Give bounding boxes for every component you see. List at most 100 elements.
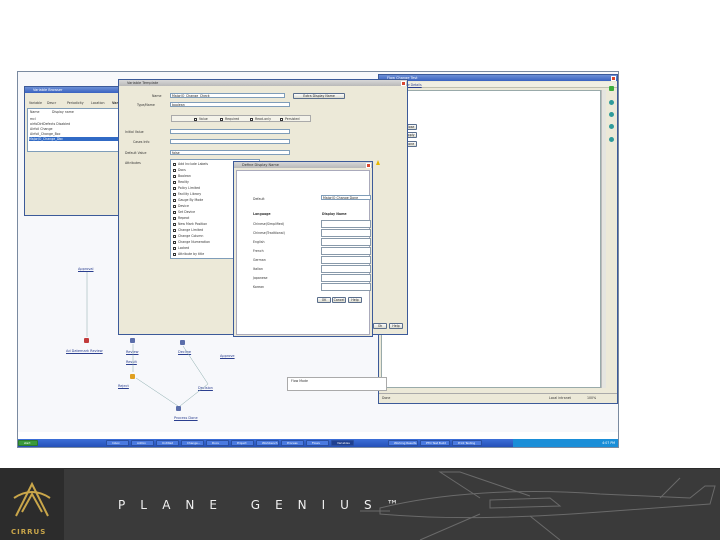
checkbox-icon [173,228,176,232]
attribute-item[interactable]: Change Limited [173,228,203,232]
close-icon[interactable] [401,80,406,86]
checkbox-icon [173,222,176,226]
attribute-item[interactable]: Policy Limited [173,186,200,190]
footer-top-divider [0,468,720,469]
name-label: Name [152,94,162,98]
display-name-cell[interactable] [321,283,371,291]
radio-read-only[interactable]: Read-only [250,117,271,121]
taskbar-item[interactable]: Workbench [256,440,279,446]
checkbox-icon [173,198,176,202]
variable-template-titlebar: Variable Template [119,80,407,86]
attribute-label: New Mark Position [178,222,208,226]
checkbox-icon [173,168,176,172]
dialog-ok-button[interactable]: OK [317,297,331,303]
display-name-cell[interactable] [321,229,371,237]
attribute-label: Change Limited [178,228,204,232]
define-dialog-titlebar: Define Display Name [234,162,372,168]
attribute-item[interactable]: Reality [173,180,189,184]
attribute-item[interactable]: Change Numeration [173,240,210,244]
taskbar-item[interactable]: Project [231,440,254,446]
display-name-cell[interactable] [321,247,371,255]
radio-value[interactable]: Value [194,117,208,121]
display-name-cell[interactable] [321,256,371,264]
language-row: Korean [253,285,265,289]
attribute-item[interactable]: Boolean [173,174,191,178]
attribute-item[interactable]: Attribute by title [173,252,204,256]
display-name-header: Display Name [322,212,347,216]
checkbox-icon [173,210,176,214]
checkbox-icon [173,186,176,190]
language-row: German [253,258,266,262]
template-help-button[interactable]: Help [389,323,403,329]
type-label: Type/Name [137,103,155,107]
display-name-cell[interactable] [321,220,371,228]
template-ok-button[interactable]: Ok [373,323,387,329]
airplane-illustration [360,471,716,540]
taskbar-item[interactable]: Inbox [106,440,129,446]
default-value-select[interactable]: false [170,150,290,155]
checkbox-icon [173,240,176,244]
type-select[interactable]: boolean [170,102,290,107]
taskbar-item[interactable]: Change... [181,440,204,446]
initial-value-select[interactable] [170,129,290,134]
dialog-cancel-button[interactable]: Cancel [332,297,346,303]
language-row: Japanese [253,276,268,280]
attribute-item[interactable]: Add Include Labels [173,162,208,166]
taskbar-item[interactable]: Untitled [156,440,179,446]
taskbar-item[interactable]: PTO Test Build [420,440,450,446]
attribute-label: Device [178,204,189,208]
taskbar-item-active[interactable]: Variables [331,440,354,446]
taskbar-item[interactable]: Working Results [388,440,418,446]
attribute-item[interactable]: Gauge By Mode [173,198,203,202]
attribute-label: Locked [178,246,190,250]
attribute-label: Boolean [178,174,191,178]
name-field[interactable]: Major/O_Change_Check [170,93,285,98]
system-tray: 4:07 PM [513,439,618,447]
attribute-label: Change Numeration [178,240,211,244]
desktop-screenshot: Flow Change Test Show Details Close Appl… [17,71,619,448]
dialog-help-button[interactable]: Help [348,297,362,303]
display-name-cell[interactable] [321,265,371,273]
taskbar-item[interactable]: Flows [306,440,329,446]
extra-display-name-button[interactable]: Extra Display Name [293,93,345,99]
language-row: Chinese(Simplified) [253,222,285,226]
attribute-item[interactable]: Change Column [173,234,203,238]
attribute-item[interactable]: Facility Library [173,192,201,196]
initial-value-label: Initial Value [125,130,144,134]
display-name-cell[interactable] [321,238,371,246]
attribute-item[interactable]: Locked [173,246,189,250]
default-display-field[interactable]: Major/O Change Done [321,195,371,200]
language-row: English [253,240,265,244]
attribute-label: Add Include Labels [178,162,209,166]
language-row: Chinese(Traditional) [253,231,285,235]
checkbox-icon [173,162,176,166]
radio-value-icon [194,117,197,121]
cases-info-label: Cases Info [133,140,150,144]
checkbox-icon [173,192,176,196]
radio-persisted[interactable]: Persisted [280,117,300,121]
language-row: Italian [253,267,263,271]
taskbar-item[interactable]: Process [281,440,304,446]
taskbar-item[interactable]: Print Testing [452,440,482,446]
start-button[interactable]: start [18,440,38,446]
define-display-name-dialog: Define Display Name Default Major/O Chan… [233,161,373,337]
attribute-label: Repeat [178,216,190,220]
radio-required[interactable]: Required [220,117,239,121]
attribute-item[interactable]: Docs [173,168,186,172]
checkbox-icon [173,216,176,220]
warning-icon [376,160,380,165]
radio-value-label: Value [199,117,208,121]
attribute-item[interactable]: Device [173,204,189,208]
taskbar-item[interactable]: Admin [131,440,154,446]
cases-info-select[interactable] [170,139,290,144]
attribute-item[interactable]: New Mark Position [173,222,207,226]
attribute-item[interactable]: Repeat [173,216,189,220]
attribute-label: Set Device [178,210,196,214]
attribute-item[interactable]: Set Device [173,210,195,214]
close-icon[interactable] [366,162,371,168]
attribute-label: Docs [178,168,186,172]
radio-required-label: Required [225,117,240,121]
display-name-cell[interactable] [321,274,371,282]
attribute-label: Policy Limited [178,186,201,190]
taskbar-item[interactable]: Docs [206,440,229,446]
